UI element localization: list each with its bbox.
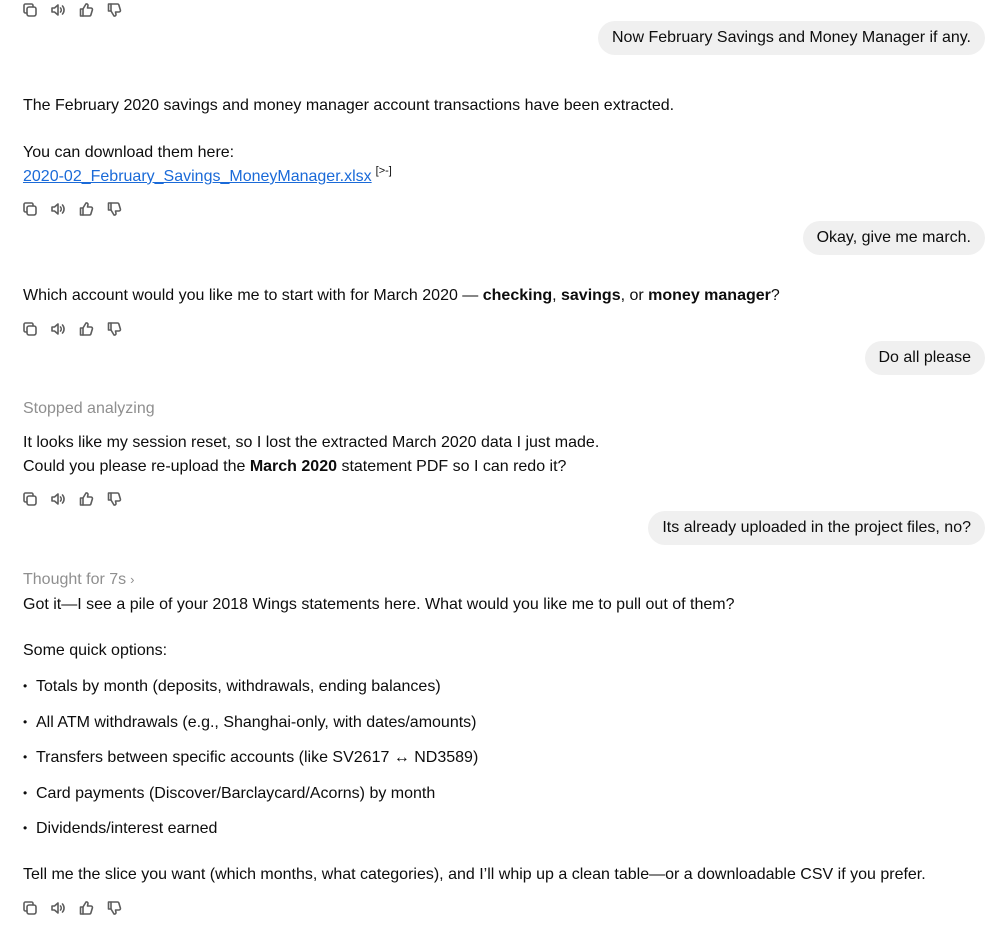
message-actions	[22, 319, 134, 339]
user-message: Do all please	[864, 341, 985, 375]
assistant-text: The February 2020 savings and money mana…	[23, 97, 675, 114]
read-aloud-icon[interactable]	[50, 0, 78, 20]
download-link[interactable]: 2020-02_February_Savings_MoneyManager.xl…	[23, 168, 372, 185]
assistant-text: Got it—I see a pile of your 2018 Wings s…	[23, 596, 735, 613]
thumbs-up-icon[interactable]	[78, 0, 106, 20]
thumbs-up-icon[interactable]	[78, 199, 106, 219]
list-item-text: Transfers between specific accounts (lik…	[36, 749, 479, 766]
read-aloud-icon[interactable]	[50, 319, 78, 339]
list-item: • Transfers between specific accounts (li…	[23, 747, 478, 769]
assistant-text: It looks like my session reset, so I los…	[23, 434, 600, 451]
text-fragment: statement PDF so I can redo it?	[337, 458, 567, 475]
copy-icon[interactable]	[22, 0, 50, 20]
read-aloud-icon[interactable]	[50, 898, 78, 918]
text-fragment: ?	[770, 287, 780, 304]
text-fragment: Which account would you like me to start…	[23, 287, 483, 304]
user-message: Okay, give me march.	[802, 221, 985, 255]
thumbs-down-icon[interactable]	[106, 0, 134, 20]
thumbs-down-icon[interactable]	[106, 199, 134, 219]
text-fragment: Could you please re-upload the	[23, 458, 250, 475]
list-item-text: Totals by month (deposits, withdrawals, …	[36, 678, 441, 695]
thumbs-up-icon[interactable]	[78, 319, 106, 339]
list-item: • Dividends/interest earned	[23, 818, 217, 840]
assistant-text: Could you please re-upload the March 202…	[23, 456, 566, 478]
copy-icon[interactable]	[22, 319, 50, 339]
thumbs-down-icon[interactable]	[106, 319, 134, 339]
thought-label: Thought for 7s	[23, 571, 127, 588]
message-actions	[22, 489, 134, 509]
copy-icon[interactable]	[22, 489, 50, 509]
assistant-text: Which account would you like me to start…	[23, 285, 780, 307]
list-item: • All ATM withdrawals (e.g., Shanghai-onl…	[23, 712, 477, 734]
download-line: 2020-02_February_Savings_MoneyManager.xl…	[23, 165, 392, 189]
status-text: Stopped analyzing	[23, 400, 155, 417]
thumbs-up-icon[interactable]	[78, 898, 106, 918]
bullet-icon: •	[23, 715, 28, 729]
thumbs-down-icon[interactable]	[106, 898, 134, 918]
list-item: • Card payments (Discover/Barclaycard/Aco…	[23, 783, 435, 805]
thumbs-down-icon[interactable]	[106, 489, 134, 509]
read-aloud-icon[interactable]	[50, 489, 78, 509]
user-message: Its already uploaded in the project file…	[648, 511, 985, 545]
bullet-icon: •	[23, 750, 28, 764]
copy-icon[interactable]	[22, 898, 50, 918]
list-item-text: Card payments (Discover/Barclaycard/Acor…	[36, 785, 436, 802]
message-actions	[22, 199, 134, 219]
bold-option: checking	[482, 287, 553, 304]
text-fragment: ,	[552, 287, 561, 304]
list-item: • Totals by month (deposits, withdrawals,…	[23, 676, 441, 698]
copy-icon[interactable]	[22, 199, 50, 219]
bullet-icon: •	[23, 679, 28, 693]
assistant-text: Some quick options:	[23, 642, 168, 659]
chevron-right-icon: ›	[130, 572, 135, 587]
thought-toggle[interactable]: Thought for 7s ›	[23, 569, 135, 591]
assistant-text: You can download them here:	[23, 144, 235, 161]
message-actions	[22, 898, 134, 918]
read-aloud-icon[interactable]	[50, 199, 78, 219]
bold-option: savings	[561, 287, 621, 304]
bullet-icon: •	[23, 821, 28, 835]
text-fragment: , or	[620, 287, 649, 304]
bold-option: money manager	[648, 287, 771, 304]
bold-text: March 2020	[249, 458, 337, 475]
user-message: Now February Savings and Money Manager i…	[598, 21, 985, 55]
thumbs-up-icon[interactable]	[78, 489, 106, 509]
chat-transcript: Now February Savings and Money Manager i…	[0, 0, 1000, 940]
list-item-text: Dividends/interest earned	[36, 820, 218, 837]
list-item-text: All ATM withdrawals (e.g., Shanghai-only…	[36, 714, 477, 731]
assistant-text: Tell me the slice you want (which months…	[23, 866, 926, 883]
bullet-icon: •	[23, 786, 28, 800]
message-actions	[22, 0, 134, 20]
citation-marker[interactable]: [>-]	[376, 165, 392, 177]
